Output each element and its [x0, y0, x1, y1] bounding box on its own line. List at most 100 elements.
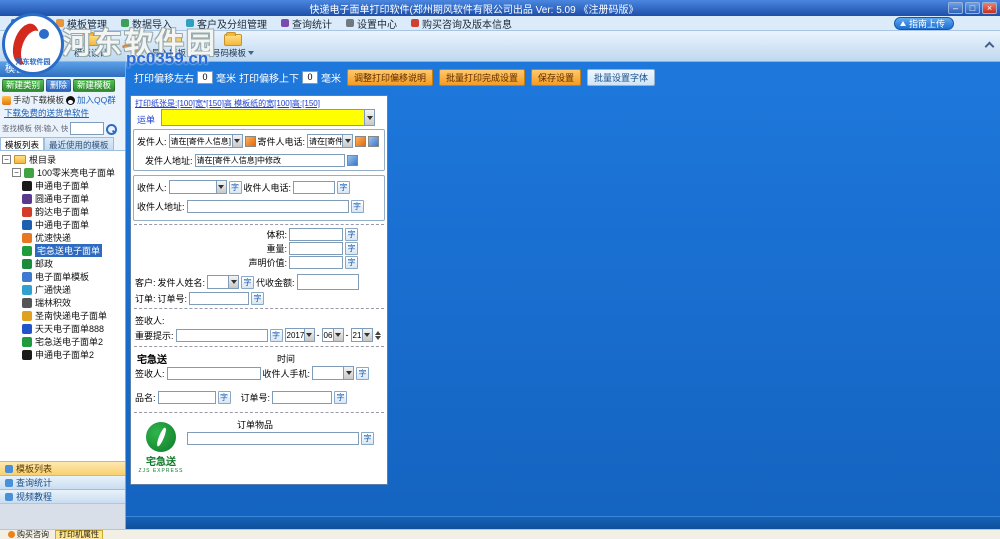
offset-tb-input[interactable] [302, 71, 318, 84]
save-settings-button[interactable]: 保存设置 [531, 69, 581, 86]
nav-video-tutorial[interactable]: 视频教程 [0, 489, 125, 503]
cod-amount-input[interactable] [297, 274, 359, 290]
chevron-up-icon[interactable] [985, 42, 995, 52]
font-button[interactable]: 字 [270, 329, 283, 342]
font-button[interactable]: 字 [356, 367, 369, 380]
sender-phone-combo[interactable]: 请在[寄件人: [307, 134, 353, 148]
dropdown-icon[interactable] [342, 135, 352, 147]
tab-template-list[interactable]: 模板列表 [0, 137, 44, 150]
tree-item-selected[interactable]: 宅急送电子面单 [0, 244, 125, 257]
font-button[interactable]: 字 [334, 391, 347, 404]
dropdown-icon[interactable] [228, 276, 238, 288]
sender-address-input[interactable] [195, 154, 345, 167]
close-icon[interactable]: × [982, 2, 997, 14]
font-button[interactable]: 字 [345, 242, 358, 255]
tree-item[interactable]: 优速快递 [0, 231, 125, 244]
tree-item[interactable]: 申通电子面单2 [0, 348, 125, 361]
weight-input[interactable] [289, 242, 343, 255]
font-button[interactable]: 字 [351, 200, 364, 213]
dropdown-icon[interactable] [343, 367, 353, 379]
dropdown-icon[interactable] [362, 329, 372, 341]
purchase-consult-tab[interactable]: 购买咨询 [5, 530, 52, 539]
sidebar-filler [0, 503, 125, 529]
order-items-input[interactable] [187, 432, 359, 445]
new-template-button[interactable]: 新建模板 [73, 79, 115, 92]
edit-icon[interactable] [245, 136, 256, 147]
tree-item[interactable]: 韵达电子面单 [0, 205, 125, 218]
tree-item[interactable]: 邮政 [0, 257, 125, 270]
waybill-number-combo[interactable] [161, 109, 375, 126]
font-button[interactable]: 字 [218, 391, 231, 404]
date-day-combo[interactable]: 21 [351, 328, 373, 342]
sender-combo[interactable]: 请在[寄件人信息] [169, 134, 243, 148]
printer-properties-tab[interactable]: 打印机属性 [55, 530, 103, 539]
recipient-address-input[interactable] [187, 200, 349, 213]
nav-query-stats[interactable]: 查询统计 [0, 475, 125, 489]
join-qq-group-link[interactable]: 加入QQ群 [77, 94, 116, 106]
font-edit-icon[interactable] [368, 136, 379, 147]
tree-item[interactable]: 瑞林积效 [0, 296, 125, 309]
menu-item-settings-center[interactable]: 设置中心 [339, 16, 404, 30]
product-name-input[interactable] [158, 391, 216, 404]
font-button[interactable]: 字 [345, 256, 358, 269]
minimize-icon[interactable]: – [948, 2, 963, 14]
tab-recent-templates[interactable]: 最近使用的模板 [44, 137, 114, 150]
delete-button[interactable]: 删除 [46, 79, 71, 92]
date-month-combo[interactable]: 06 [322, 328, 344, 342]
batch-font-settings-button[interactable]: 批量设置字体 [587, 69, 655, 86]
recipient-mobile-combo[interactable] [312, 366, 354, 380]
dropdown-icon[interactable] [333, 329, 343, 341]
search-icon[interactable] [106, 124, 116, 134]
notice-input[interactable] [176, 329, 268, 342]
manual-download-link[interactable]: 手动下载模板 [13, 94, 64, 106]
tree-group[interactable]: −100零米亮电子面单 [0, 166, 125, 179]
font-edit-icon[interactable] [347, 155, 358, 166]
font-button[interactable]: 字 [345, 228, 358, 241]
font-button[interactable]: 字 [229, 181, 242, 194]
order-no-input2[interactable] [272, 391, 332, 404]
courier-icon [22, 337, 32, 347]
offset-lr-input[interactable] [197, 71, 213, 84]
template-search-input[interactable] [70, 122, 104, 135]
tree-item[interactable]: 圆通电子面单 [0, 192, 125, 205]
dropdown-icon[interactable] [364, 110, 374, 125]
date-spinner[interactable] [375, 331, 381, 340]
tree-item[interactable]: 申通电子面单 [0, 179, 125, 192]
date-year-combo[interactable]: 2017 [285, 328, 315, 342]
tree-item[interactable]: 天天电子面单888 [0, 322, 125, 335]
tree-item[interactable]: 宅急送电子面单2 [0, 335, 125, 348]
new-category-button[interactable]: 新建类别 [2, 79, 44, 92]
expander-icon[interactable]: − [2, 155, 11, 164]
maximize-icon[interactable]: □ [965, 2, 980, 14]
tree-item[interactable]: 电子面单模板 [0, 270, 125, 283]
font-button[interactable]: 字 [241, 276, 254, 289]
sender-phone-label: 寄件人电话: [258, 135, 306, 148]
font-button[interactable]: 字 [361, 432, 374, 445]
order-no-input[interactable] [189, 292, 249, 305]
menu-item-query-stats[interactable]: 查询统计 [274, 16, 339, 30]
tree-root[interactable]: −根目录 [0, 153, 125, 166]
sender-name-combo[interactable] [207, 275, 239, 289]
recipient-phone-input[interactable] [293, 181, 335, 194]
font-button[interactable]: 字 [251, 292, 264, 305]
signer-input[interactable] [167, 367, 261, 380]
batch-print-complete-settings-button[interactable]: 批量打印完成设置 [439, 69, 525, 86]
adjust-offset-help-button[interactable]: 调整打印偏移说明 [347, 69, 433, 86]
tree-item[interactable]: 圣南快递电子面单 [0, 309, 125, 322]
nav-template-list[interactable]: 模板列表 [0, 461, 125, 475]
dropdown-icon[interactable] [216, 181, 226, 193]
guide-upload-button[interactable]: 指南上传 [894, 17, 954, 30]
free-delivery-software-link[interactable]: 下载免费的送货单软件 [4, 108, 89, 118]
paper-size-link[interactable]: 打印纸张是:[100]宽*[150]高 模板纸的宽[100]高:[150] [135, 98, 320, 109]
tree-item[interactable]: 广通快递 [0, 283, 125, 296]
tree-item[interactable]: 中通电子面单 [0, 218, 125, 231]
recipient-combo[interactable] [169, 180, 227, 194]
edit-icon[interactable] [355, 136, 366, 147]
declared-value-input[interactable] [289, 256, 343, 269]
dropdown-icon[interactable] [232, 135, 242, 147]
font-button[interactable]: 字 [337, 181, 350, 194]
menu-item-purchase-info[interactable]: 购买咨询及版本信息 [404, 16, 519, 30]
dropdown-icon[interactable] [304, 329, 314, 341]
volume-input[interactable] [289, 228, 343, 241]
expander-icon[interactable]: − [12, 168, 21, 177]
